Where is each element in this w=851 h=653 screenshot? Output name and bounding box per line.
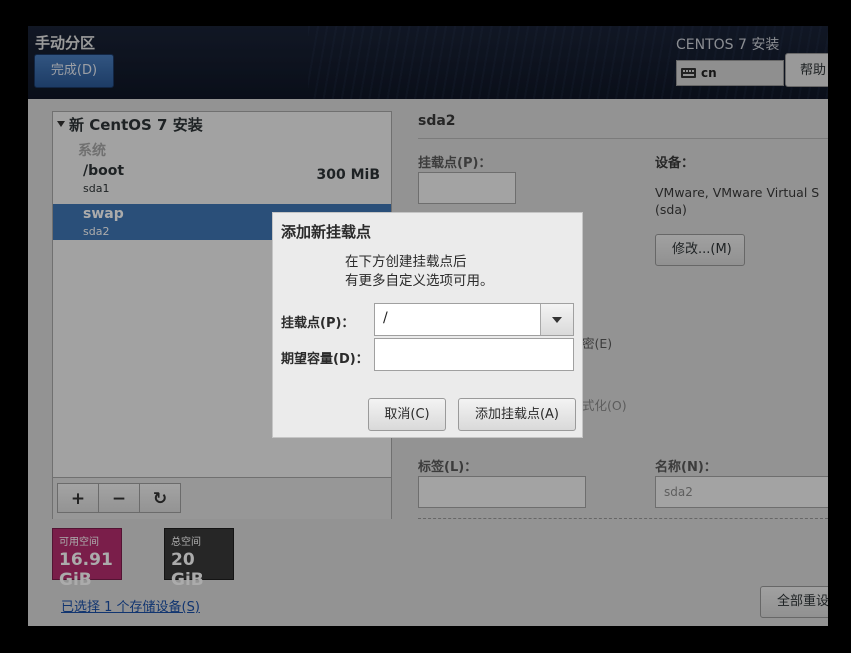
dialog-title: 添加新挂载点 [281,223,372,241]
cancel-button[interactable]: 取消(C) [368,398,446,431]
desired-capacity-input[interactable] [374,338,574,371]
mount-point-combo[interactable]: / [374,303,574,336]
add-mount-point-dialog: 添加新挂载点 在下方创建挂载点后 有更多自定义选项可用。 挂载点(P)： / 期… [272,212,583,438]
add-mount-point-button[interactable]: 添加挂载点(A) [458,398,576,431]
dialog-mount-label: 挂载点(P)： [281,316,355,331]
mount-point-value: / [383,310,388,326]
dialog-message-line-1: 在下方创建挂载点后 [345,254,467,270]
dialog-capacity-label: 期望容量(D)： [281,352,369,367]
dialog-message-line-2: 有更多自定义选项可用。 [345,273,494,289]
dialog-message: 在下方创建挂载点后 有更多自定义选项可用。 [345,253,494,291]
installer-window: 手动分区 完成(D) CENTOS 7 安装 cn 帮助 新 CentOS 7 … [28,26,828,626]
chevron-down-icon [552,317,562,323]
combo-dropdown-button[interactable] [540,304,573,335]
